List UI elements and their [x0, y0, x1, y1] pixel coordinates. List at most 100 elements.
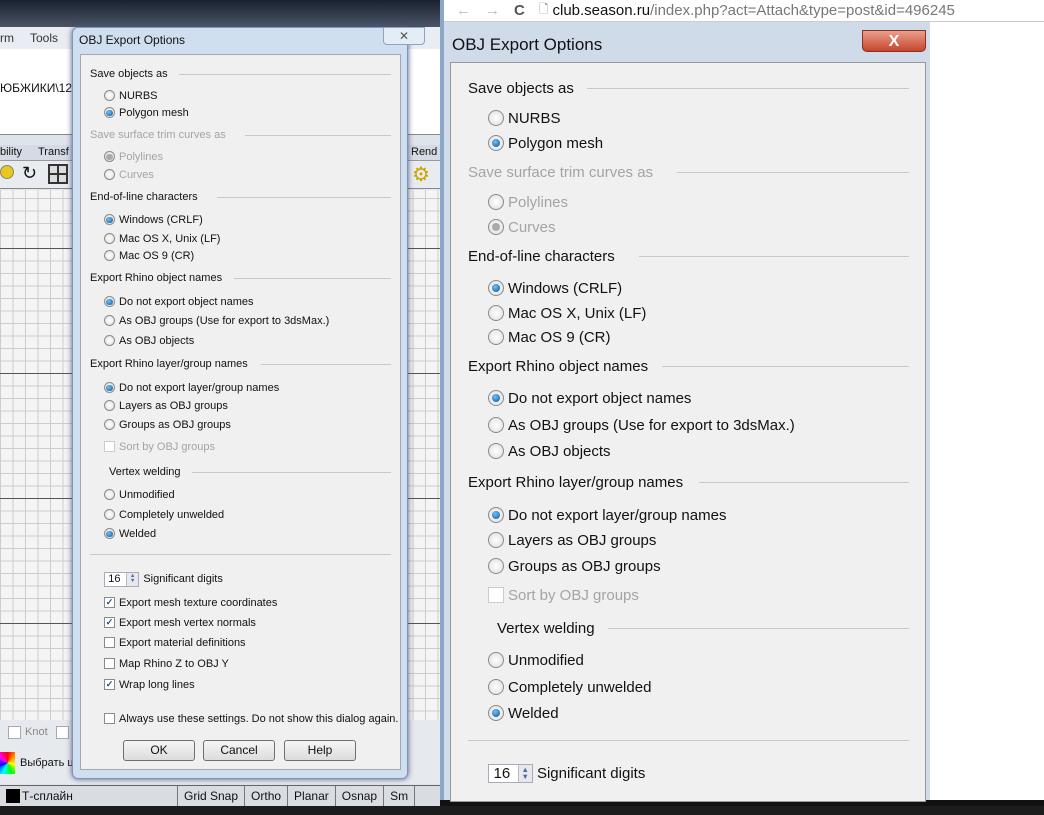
- stepper-arrows-icon[interactable]: ▲ ▼: [125, 572, 139, 586]
- stepper-arrows-icon[interactable]: ▲ ▼: [517, 764, 532, 782]
- radio-unchecked-icon[interactable]: [104, 90, 115, 102]
- radio-checked-icon[interactable]: [488, 705, 504, 721]
- radio-unchecked-icon[interactable]: [488, 305, 504, 321]
- menu-tools[interactable]: Tools: [30, 31, 58, 45]
- reload-button[interactable]: C: [514, 2, 525, 19]
- light-icon[interactable]: [0, 165, 14, 179]
- radio-checked-icon[interactable]: [104, 528, 115, 540]
- radio-unmodified[interactable]: Unmodified: [488, 650, 584, 670]
- digits-value[interactable]: 16: [489, 765, 518, 782]
- checkbox-unchecked-icon[interactable]: [104, 658, 115, 670]
- osnap-checkbox[interactable]: [56, 726, 69, 739]
- radio-as-obj-groups-use-for-export-to-3dsmax[interactable]: As OBJ groups (Use for export to 3dsMax.…: [104, 314, 329, 328]
- radio-layers-as-obj-groups[interactable]: Layers as OBJ groups: [488, 530, 656, 550]
- radio-unchecked-icon[interactable]: [104, 335, 115, 347]
- tab-visibility[interactable]: bility: [0, 146, 22, 158]
- radio-unchecked-icon[interactable]: [104, 233, 115, 245]
- radio-do-not-export-object-names[interactable]: Do not export object names: [104, 295, 254, 309]
- radio-unchecked-icon[interactable]: [488, 417, 504, 433]
- digits-stepper[interactable]: 16 ▲ ▼: [104, 571, 140, 587]
- checkbox-map-rhino-z-to-obj-y[interactable]: Map Rhino Z to OBJ Y: [104, 657, 229, 671]
- osnap-toggle[interactable]: Osnap: [336, 786, 385, 806]
- significant-digits-spinner[interactable]: 16 ▲ ▼ Significant digits: [104, 571, 223, 587]
- radio-checked-icon[interactable]: [104, 296, 115, 308]
- radio-unchecked-icon[interactable]: [488, 329, 504, 345]
- radio-unchecked-icon[interactable]: [104, 315, 115, 327]
- radio-unchecked-icon[interactable]: [488, 110, 504, 126]
- ok-button[interactable]: OK: [123, 740, 195, 761]
- radio-as-obj-groups-use-for-export-to-3dsmax[interactable]: As OBJ groups (Use for export to 3dsMax.…: [488, 415, 795, 435]
- radio-windows-crlf[interactable]: Windows (CRLF): [104, 213, 203, 227]
- radio-do-not-export-object-names[interactable]: Do not export object names: [488, 388, 691, 408]
- radio-unchecked-icon[interactable]: [104, 400, 115, 412]
- checkbox-export-mesh-texture-coordinates[interactable]: ✓ Export mesh texture coordinates: [104, 596, 277, 610]
- checkbox-unchecked-icon[interactable]: [488, 587, 504, 603]
- radio-do-not-export-layer-group-names[interactable]: Do not export layer/group names: [104, 381, 279, 395]
- choose-color-button[interactable]: Выбрать ц: [20, 757, 74, 769]
- radio-unchecked-icon[interactable]: [104, 250, 115, 262]
- forward-button[interactable]: →: [485, 2, 500, 19]
- radio-unchecked-icon[interactable]: [488, 652, 504, 668]
- checkbox-unchecked-icon[interactable]: [104, 713, 115, 725]
- grid-snap-toggle[interactable]: Grid Snap: [178, 786, 246, 806]
- radio-mac-os-9-cr[interactable]: Mac OS 9 (CR): [104, 249, 194, 263]
- radio-as-obj-objects[interactable]: As OBJ objects: [488, 441, 611, 461]
- digits-value[interactable]: 16: [105, 573, 126, 585]
- radio-checked-icon[interactable]: [104, 214, 115, 226]
- cancel-button[interactable]: Cancel: [203, 740, 275, 761]
- radio-checked-icon[interactable]: [488, 135, 504, 151]
- checkbox-wrap-long-lines[interactable]: ✓ Wrap long lines: [104, 678, 195, 692]
- radio-welded[interactable]: Welded: [488, 703, 559, 723]
- back-button[interactable]: ←: [456, 2, 471, 19]
- radio-checked-icon[interactable]: [488, 280, 504, 296]
- close-button[interactable]: ✕: [383, 27, 425, 45]
- radio-groups-as-obj-groups[interactable]: Groups as OBJ groups: [488, 556, 661, 576]
- radio-polygon-mesh[interactable]: Polygon mesh: [104, 106, 189, 120]
- radio-unchecked-icon[interactable]: [104, 489, 115, 501]
- layer-cell[interactable]: Т-сплайн: [0, 786, 178, 806]
- radio-checked-icon[interactable]: [488, 390, 504, 406]
- help-button[interactable]: Help: [284, 740, 356, 761]
- radio-layers-as-obj-groups[interactable]: Layers as OBJ groups: [104, 399, 228, 413]
- checkbox-checked-icon[interactable]: ✓: [104, 679, 115, 691]
- checkbox-unchecked-icon[interactable]: [104, 637, 115, 649]
- render-gear-icon[interactable]: ⚙: [412, 162, 430, 187]
- checkbox-checked-icon[interactable]: ✓: [104, 617, 115, 629]
- significant-digits-spinner[interactable]: 16 ▲ ▼ Significant digits: [488, 763, 645, 783]
- radio-checked-icon[interactable]: [104, 107, 115, 119]
- radio-unchecked-icon[interactable]: [104, 509, 115, 521]
- radio-unchecked-icon[interactable]: [488, 443, 504, 459]
- radio-welded[interactable]: Welded: [104, 527, 156, 541]
- radio-windows-crlf[interactable]: Windows (CRLF): [488, 278, 622, 298]
- radio-completely-unwelded[interactable]: Completely unwelded: [104, 508, 224, 522]
- radio-checked-icon[interactable]: [104, 151, 115, 163]
- radio-unchecked-icon[interactable]: [488, 532, 504, 548]
- close-button[interactable]: X: [862, 30, 926, 52]
- radio-unmodified[interactable]: Unmodified: [104, 488, 175, 502]
- knot-checkbox[interactable]: [8, 726, 21, 739]
- radio-unchecked-icon[interactable]: [104, 169, 115, 181]
- radio-nurbs[interactable]: NURBS: [488, 108, 561, 128]
- radio-mac-os-9-cr[interactable]: Mac OS 9 (CR): [488, 327, 611, 347]
- address-bar[interactable]: club.season.ru/index.php?act=Attach&type…: [553, 2, 955, 19]
- radio-unchecked-icon[interactable]: [488, 679, 504, 695]
- radio-do-not-export-layer-group-names[interactable]: Do not export layer/group names: [488, 505, 726, 525]
- radio-polygon-mesh[interactable]: Polygon mesh: [488, 133, 603, 153]
- rotate-view-icon[interactable]: ↻: [22, 163, 37, 184]
- radio-nurbs[interactable]: NURBS: [104, 89, 158, 103]
- radio-completely-unwelded[interactable]: Completely unwelded: [488, 677, 651, 697]
- ortho-toggle[interactable]: Ortho: [245, 786, 289, 806]
- tab-transform[interactable]: Transf: [38, 146, 69, 158]
- color-wheel-icon[interactable]: [0, 752, 15, 774]
- radio-checked-icon[interactable]: [104, 382, 115, 394]
- digits-stepper[interactable]: 16 ▲ ▼: [488, 763, 533, 783]
- radio-mac-os-x-unix-lf[interactable]: Mac OS X, Unix (LF): [104, 232, 220, 246]
- planar-toggle[interactable]: Planar: [288, 786, 336, 806]
- radio-checked-icon[interactable]: [488, 507, 504, 523]
- checkbox-export-material-definitions[interactable]: Export material definitions: [104, 636, 246, 650]
- radio-groups-as-obj-groups[interactable]: Groups as OBJ groups: [104, 418, 231, 432]
- radio-unchecked-icon[interactable]: [488, 194, 504, 210]
- tab-render[interactable]: Rend: [411, 146, 437, 158]
- smarttrack-toggle[interactable]: Sm: [384, 786, 416, 806]
- checkbox-always-use-these-settings-do-not-show-th[interactable]: Always use these settings. Do not show t…: [104, 712, 398, 726]
